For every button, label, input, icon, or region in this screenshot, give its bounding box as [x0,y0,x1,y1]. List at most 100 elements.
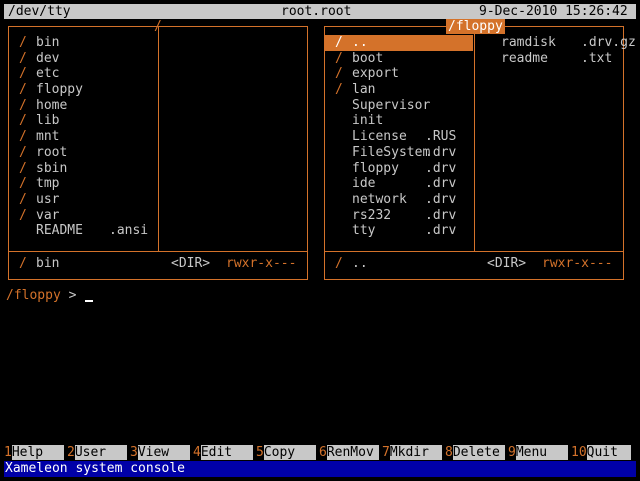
file-list-item[interactable]: README .ansi [9,223,157,239]
fkey-menu-button[interactable]: 9Menu [508,445,568,460]
fkey-label: Copy [263,445,316,460]
directory-mark: / [19,35,27,50]
file-list-item[interactable]: / dev [9,51,157,67]
fkey-label: Help [11,445,64,460]
status-dir-mark: / [19,256,27,271]
command-line[interactable]: /floppy > [6,288,84,304]
directory-mark: / [335,66,343,82]
directory-mark: / [19,176,27,192]
file-name: ramdisk [501,35,556,50]
file-extension: .drv [425,144,457,160]
file-name: lan [352,82,376,98]
file-name: ide [352,176,376,192]
file-list-item[interactable]: Supervisor [325,98,473,114]
file-list-item[interactable]: tty .drv [325,223,473,239]
file-list-item[interactable]: / bin [9,35,157,51]
function-key-bar[interactable]: 1Help 2User 3View 4Edit 5Copy 6RenMov 7Mkdir 8D… [4,445,636,460]
file-list-item[interactable]: /.. [325,35,473,51]
fkey-number: 4 [193,445,201,460]
console-status-bar: Xameleon system console [4,461,636,477]
directory-mark: / [335,82,343,98]
directory-mark: / [335,50,343,66]
file-name: init [352,113,384,129]
status-file-name: .. [352,256,368,271]
fkey-quit-button[interactable]: 10Quit [571,445,631,460]
file-name: Supervisor [352,97,431,113]
file-list-item[interactable]: floppy .drv [325,161,473,177]
file-name: dev [36,50,60,66]
file-list-item[interactable]: / export [325,66,473,82]
fkey-label: User [74,445,127,460]
file-list-item[interactable]: License .RUS [325,129,473,145]
file-name: sbin [36,160,68,176]
file-list-item[interactable]: / home [9,98,157,114]
left-panel-title-mark: / [154,19,162,34]
file-name: README [36,223,83,239]
file-list-item[interactable]: / mnt [9,129,157,145]
clock: 9-Dec-2010 15:26:42 [479,4,628,19]
file-list-item[interactable]: / lan [325,82,473,98]
directory-mark: / [19,97,27,113]
column-divider [474,27,475,251]
fkey-user-button[interactable]: 2User [67,445,127,460]
fkey-number: 3 [130,445,138,460]
file-name: floppy [352,160,399,176]
status-permissions: rwxr-x--- [226,256,297,271]
file-list-item[interactable]: / root [9,145,157,161]
file-extension: .drv [425,160,457,176]
text-cursor [85,300,93,302]
fkey-delete-button[interactable]: 8Delete [445,445,505,460]
fkey-mkdir-button[interactable]: 7Mkdir [382,445,442,460]
left-file-panel[interactable]: / bin / dev / etc / floppy / home / lib / mnt / root / sb… [8,26,308,280]
right-file-panel[interactable]: /.. / boot / export / lan Supervisor init License… [324,26,636,280]
right-file-list-column-2[interactable]: ramdisk .drv.gz readme .txt [501,35,636,67]
status-file-type: <DIR> [487,256,527,271]
right-panel-status: / .. <DIR> rwxr-x--- [325,256,615,272]
top-status-bar: /dev/tty root.root 9-Dec-2010 15:26:42 [4,4,636,19]
fkey-renmov-button[interactable]: 6RenMov [319,445,379,460]
file-name: License [352,129,407,145]
file-list-item[interactable]: ramdisk .drv.gz [501,35,636,51]
fkey-label: View [137,445,190,460]
status-file-type: <DIR> [171,256,211,271]
directory-mark: / [19,50,27,66]
right-file-list[interactable]: /.. / boot / export / lan Supervisor init License… [325,35,473,239]
file-list-item[interactable]: / etc [9,66,157,82]
fkey-number: 10 [571,445,587,460]
file-list-item[interactable]: rs232 .drv [325,208,473,224]
status-permissions: rwxr-x--- [542,256,613,271]
file-list-item[interactable]: ide .drv [325,176,473,192]
file-list-item[interactable]: / usr [9,192,157,208]
file-list-item[interactable]: FileSystem .drv [325,145,473,161]
left-file-list[interactable]: / bin / dev / etc / floppy / home / lib / mnt / root / sb… [9,35,157,239]
fkey-help-button[interactable]: 1Help [4,445,64,460]
file-name: .. [352,35,368,50]
fkey-copy-button[interactable]: 5Copy [256,445,316,460]
file-list-item[interactable]: / lib [9,113,157,129]
file-list-item[interactable]: / var [9,208,157,224]
fkey-number: 7 [382,445,390,460]
directory-mark: / [19,113,27,129]
fkey-edit-button[interactable]: 4Edit [193,445,253,460]
file-list-item[interactable]: network .drv [325,192,473,208]
file-list-item[interactable]: / sbin [9,161,157,177]
file-extension: .drv.gz [581,35,636,50]
file-list-item[interactable]: / boot [325,51,473,67]
file-name: export [352,66,399,82]
fkey-label: Edit [200,445,253,460]
fkey-number: 6 [319,445,327,460]
column-divider [158,27,159,251]
fkey-number: 9 [508,445,516,460]
file-list-item[interactable]: / tmp [9,176,157,192]
left-panel-status: / bin <DIR> rwxr-x--- [9,256,299,272]
file-extension: .drv [425,207,457,223]
file-list-item[interactable]: / floppy [9,82,157,98]
file-extension: .drv [425,176,457,192]
file-list-item[interactable]: readme .txt [501,51,621,67]
file-name: var [36,207,60,223]
fkey-label: RenMov [326,445,379,460]
file-list-item[interactable]: init [325,113,473,129]
fkey-number: 5 [256,445,264,460]
directory-mark: / [19,191,27,207]
fkey-view-button[interactable]: 3View [130,445,190,460]
